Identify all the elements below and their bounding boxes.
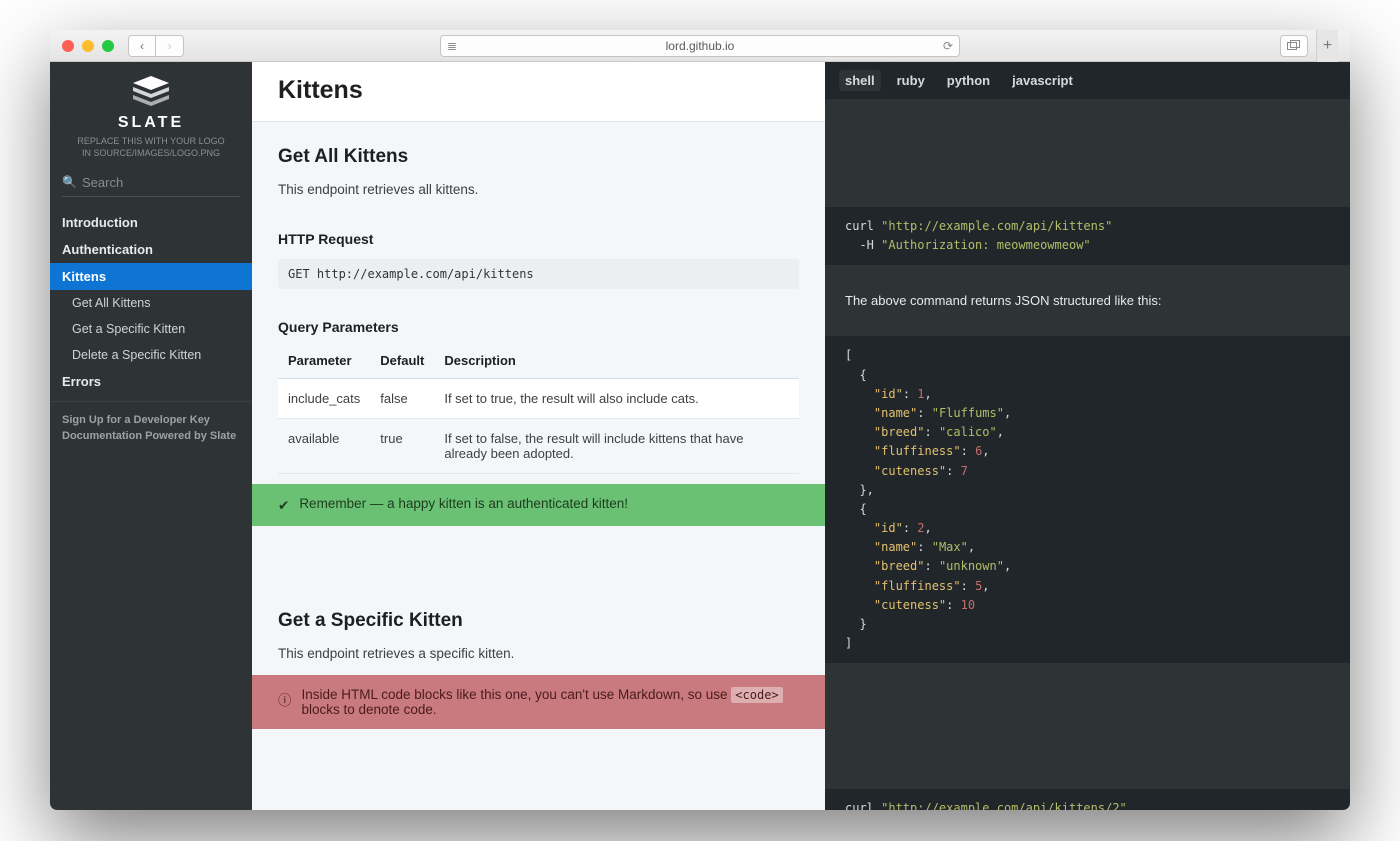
th-parameter: Parameter bbox=[278, 343, 370, 379]
forward-button[interactable]: › bbox=[156, 35, 184, 57]
tab-javascript[interactable]: javascript bbox=[1006, 70, 1079, 91]
footer-powered-link[interactable]: Documentation Powered by Slate bbox=[62, 428, 240, 444]
code-curl-2: curl "http://example.com/api/kittens/2" … bbox=[825, 789, 1350, 810]
slate-logo-icon bbox=[131, 76, 171, 108]
window-controls bbox=[62, 40, 114, 52]
browser-window: ‹ › ≣ lord.github.io ⟳ + SLATE REPLACE T… bbox=[50, 30, 1350, 810]
reader-icon[interactable]: ≣ bbox=[447, 39, 457, 53]
th-default: Default bbox=[370, 343, 434, 379]
http-request-code: GET http://example.com/api/kittens bbox=[278, 259, 799, 289]
th-description: Description bbox=[434, 343, 799, 379]
nav-errors[interactable]: Errors bbox=[50, 368, 252, 395]
back-button[interactable]: ‹ bbox=[128, 35, 156, 57]
check-circle-icon: ✔ bbox=[278, 498, 289, 514]
table-row: include_cats false If set to true, the r… bbox=[278, 378, 799, 418]
search-input[interactable] bbox=[62, 169, 240, 197]
code-curl-1: curl "http://example.com/api/kittens" -H… bbox=[825, 207, 1350, 265]
nav-delete-kitten[interactable]: Delete a Specific Kitten bbox=[50, 342, 252, 368]
info-circle-icon: ⓘ bbox=[278, 689, 292, 709]
tab-shell[interactable]: shell bbox=[839, 70, 881, 91]
footer-signup-link[interactable]: Sign Up for a Developer Key bbox=[62, 412, 240, 428]
get-all-desc: This endpoint retrieves all kittens. bbox=[278, 176, 799, 211]
nav-introduction[interactable]: Introduction bbox=[50, 209, 252, 236]
lang-tabs: shell ruby python javascript bbox=[825, 62, 1350, 99]
http-request-heading: HTTP Request bbox=[278, 211, 799, 255]
code-panel[interactable]: shell ruby python javascript curl "http:… bbox=[825, 62, 1350, 810]
code-json-1: [ { "id": 1, "name": "Fluffums", "breed"… bbox=[825, 336, 1350, 663]
nav-get-specific-kitten[interactable]: Get a Specific Kitten bbox=[50, 316, 252, 342]
new-tab-button[interactable]: + bbox=[1316, 30, 1338, 62]
address-bar[interactable]: ≣ lord.github.io ⟳ bbox=[440, 35, 960, 57]
nav-authentication[interactable]: Authentication bbox=[50, 236, 252, 263]
query-params-heading: Query Parameters bbox=[278, 299, 799, 343]
reload-icon[interactable]: ⟳ bbox=[943, 39, 953, 53]
minimize-icon[interactable] bbox=[82, 40, 94, 52]
browser-titlebar: ‹ › ≣ lord.github.io ⟳ + bbox=[50, 30, 1350, 62]
tab-python[interactable]: python bbox=[941, 70, 996, 91]
doc-panel[interactable]: Kittens Get All Kittens This endpoint re… bbox=[252, 62, 825, 810]
notice-warning-text: Inside HTML code blocks like this one, y… bbox=[302, 687, 800, 717]
table-row: available true If set to false, the resu… bbox=[278, 418, 799, 473]
nav-kittens[interactable]: Kittens bbox=[50, 263, 252, 290]
code-note-1: The above command returns JSON structure… bbox=[825, 283, 1350, 318]
sidebar: SLATE REPLACE THIS WITH YOUR LOGO IN SOU… bbox=[50, 62, 252, 810]
brand-title: SLATE bbox=[60, 114, 242, 132]
url-text: lord.github.io bbox=[666, 39, 735, 53]
nav-get-all-kittens[interactable]: Get All Kittens bbox=[50, 290, 252, 316]
search-wrap: 🔍 bbox=[50, 169, 252, 203]
close-icon[interactable] bbox=[62, 40, 74, 52]
notice-success: ✔ Remember — a happy kitten is an authen… bbox=[252, 484, 825, 526]
get-specific-desc: This endpoint retrieves a specific kitte… bbox=[278, 640, 799, 675]
notice-success-text: Remember — a happy kitten is an authenti… bbox=[299, 496, 628, 511]
query-params-table: Parameter Default Description include_ca… bbox=[278, 343, 799, 474]
sidebar-footer: Sign Up for a Developer Key Documentatio… bbox=[50, 401, 252, 454]
maximize-icon[interactable] bbox=[102, 40, 114, 52]
nav-buttons: ‹ › bbox=[128, 35, 184, 57]
section-get-all: Get All Kittens bbox=[278, 122, 799, 176]
tab-ruby[interactable]: ruby bbox=[891, 70, 931, 91]
tabs-button[interactable] bbox=[1280, 35, 1308, 57]
section-get-specific: Get a Specific Kitten bbox=[278, 586, 799, 640]
notice-warning: ⓘ Inside HTML code blocks like this one,… bbox=[252, 675, 825, 729]
page-title: Kittens bbox=[278, 76, 799, 105]
brand-tagline: REPLACE THIS WITH YOUR LOGO IN SOURCE/IM… bbox=[60, 136, 242, 159]
logo-block: SLATE REPLACE THIS WITH YOUR LOGO IN SOU… bbox=[50, 62, 252, 169]
search-icon: 🔍 bbox=[62, 175, 77, 189]
sidebar-nav: Introduction Authentication Kittens Get … bbox=[50, 209, 252, 395]
